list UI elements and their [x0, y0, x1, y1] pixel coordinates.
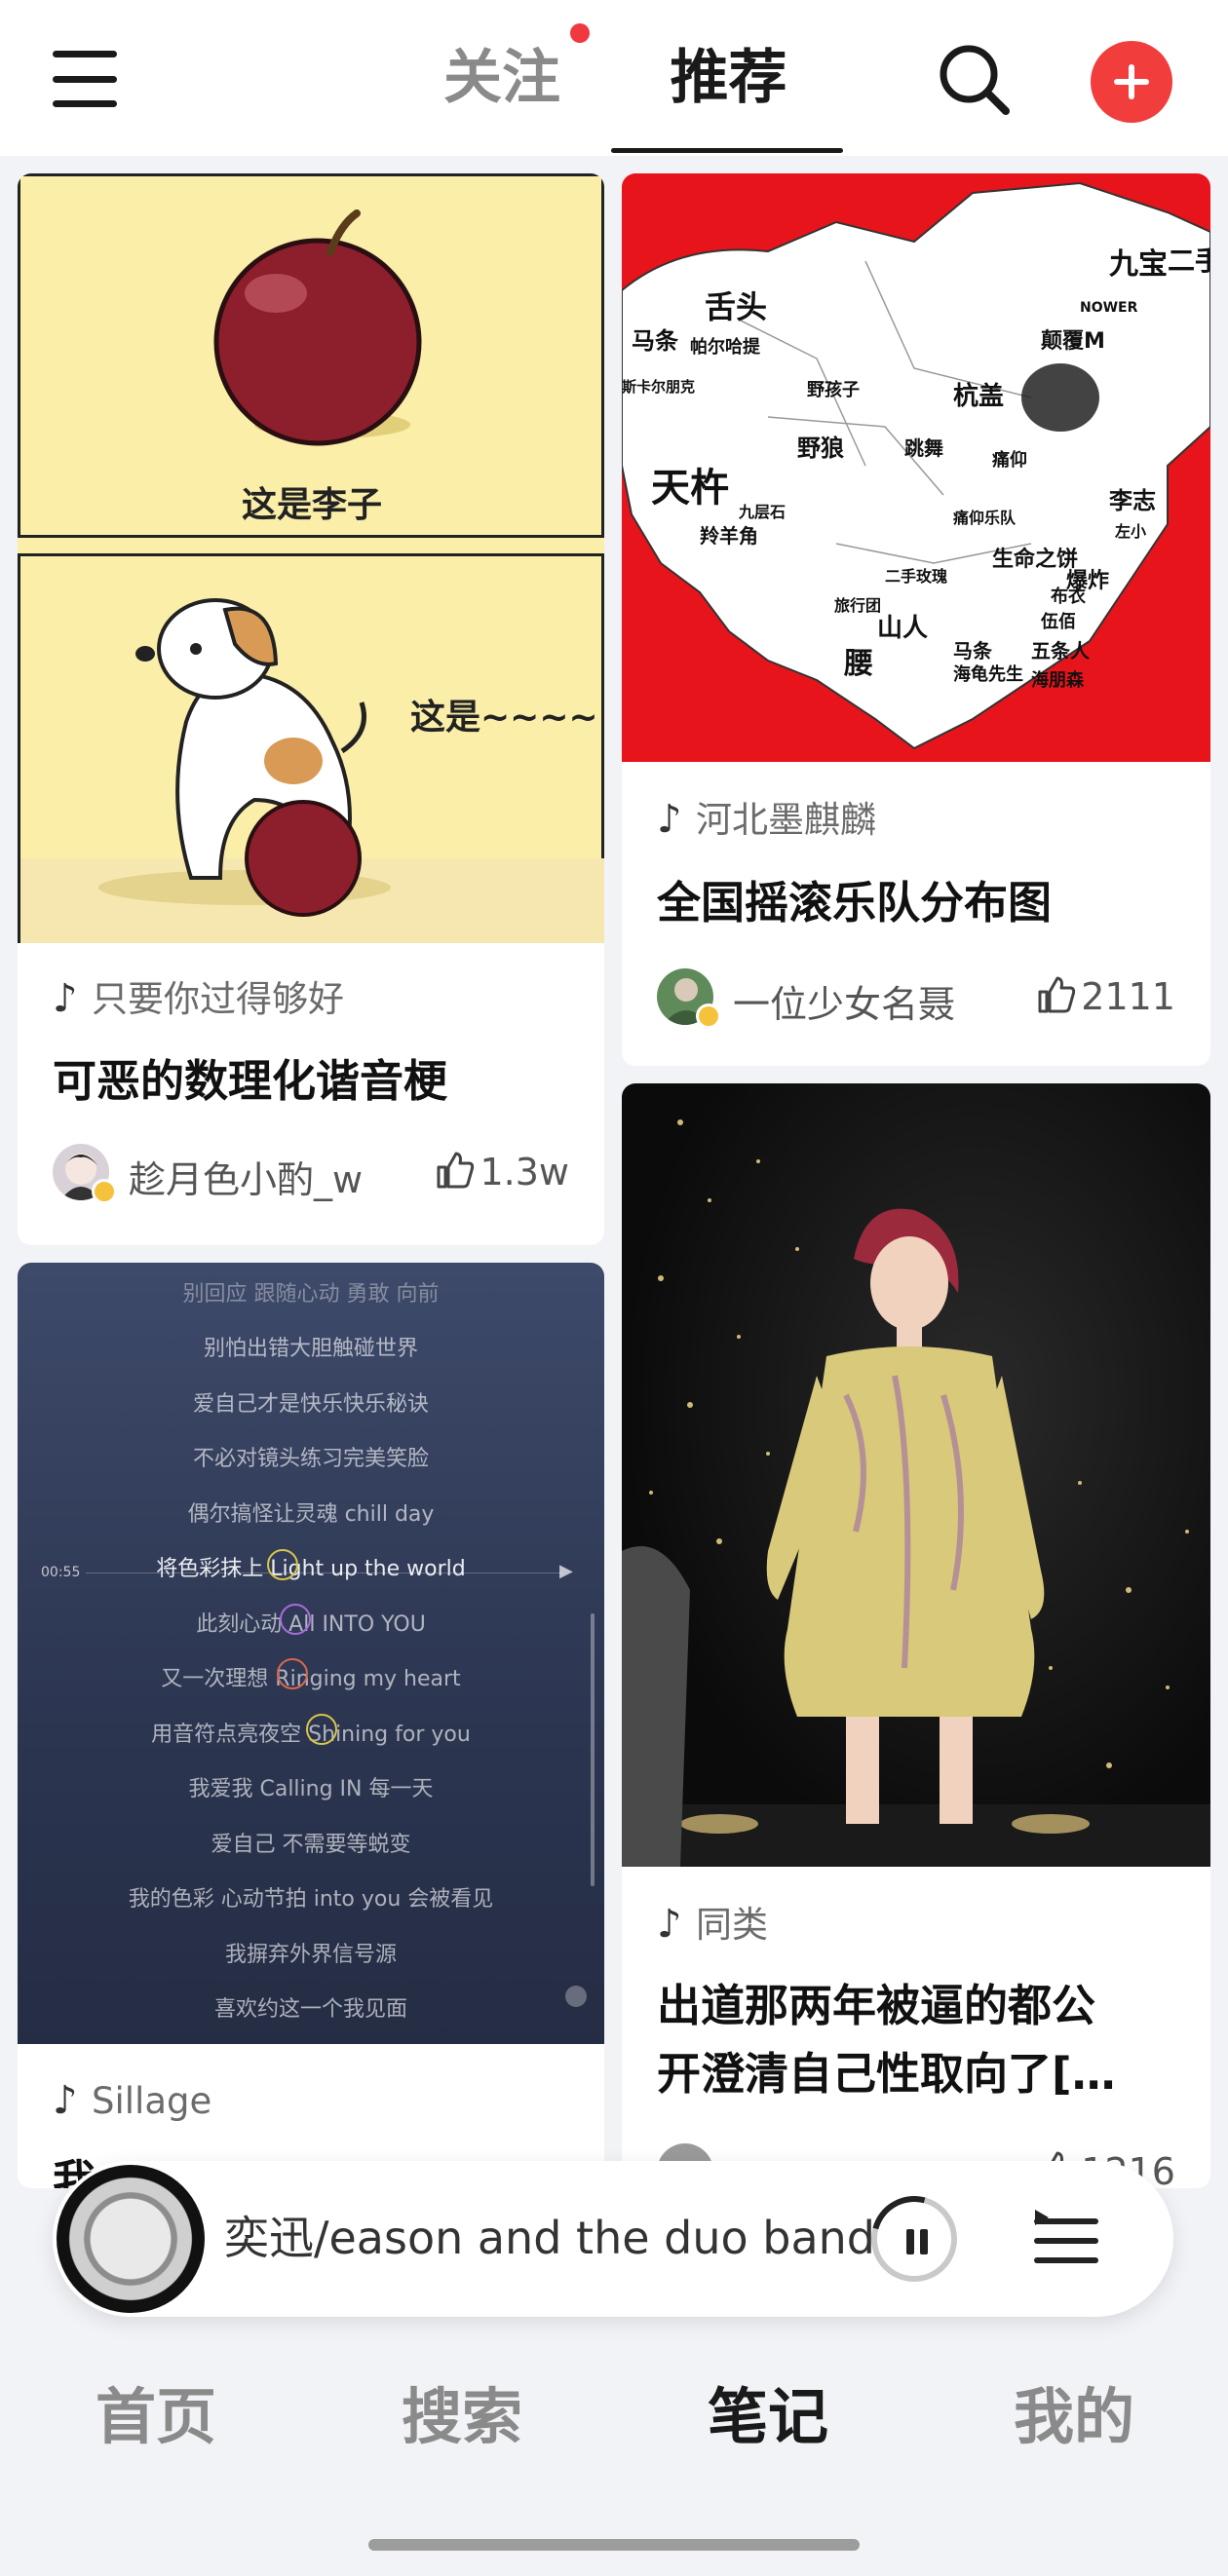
map-label: 海龟先生	[953, 664, 1023, 685]
map-label: 帕尔哈提	[690, 337, 760, 358]
indicator-dot	[565, 1986, 587, 2007]
search-icon[interactable]	[936, 41, 1014, 119]
map-label: NOWER	[1080, 300, 1138, 316]
map-label: 野狼	[797, 435, 844, 462]
note-card[interactable]: 别回应 跟随心动 勇敢 向前 别怕出错大胆触碰世界 爱自己才是快乐快乐秘诀 不必…	[18, 1263, 604, 2188]
music-tag[interactable]: ♪ 河北墨麒麟	[657, 795, 876, 844]
tab-recommend[interactable]: 推荐	[648, 39, 809, 117]
comic-panel: 这是~~~~	[18, 553, 604, 943]
verified-badge-icon	[92, 1179, 117, 1204]
card-image: 别回应 跟随心动 勇敢 向前 别怕出错大胆触碰世界 爱自己才是快乐快乐秘诀 不必…	[18, 1263, 604, 2044]
card-title: 开澄清自己性取向了[…	[657, 2048, 1116, 2100]
comic-caption: 这是~~~~	[410, 698, 598, 738]
thumbs-up-icon	[1038, 976, 1076, 1013]
music-title: 只要你过得够好	[92, 978, 344, 1020]
author-row: 趁月色小酌_w 1.3w	[53, 1144, 569, 1208]
map-label: 天杵	[651, 466, 729, 511]
comic-caption: 这是李子	[242, 485, 383, 525]
note-card[interactable]: ♪同类 出道那两年被逼的都公 开澄清自己性取向了[… 王源证二 1216	[622, 1083, 1210, 2188]
note-card[interactable]: 九宝 二手 舌头 马条 帕尔哈提 颠覆M NOWER 野孩子 杭盖 斯卡尔朋克 …	[622, 173, 1210, 1066]
card-image: 这是李子 这是~~~~	[18, 173, 604, 943]
map-label: 杭盖	[953, 382, 1005, 411]
card-image: 九宝 二手 舌头 马条 帕尔哈提 颠覆M NOWER 野孩子 杭盖 斯卡尔朋克 …	[622, 173, 1210, 762]
card-title: 出道那两年被逼的都公	[657, 1980, 1096, 2031]
map-label: 九层石	[739, 503, 787, 521]
active-tab-indicator	[611, 148, 843, 153]
music-note-icon: ♪	[53, 976, 78, 1021]
playlist-icon[interactable]	[1027, 2202, 1105, 2280]
card-title: 全国摇滚乐队分布图	[657, 877, 1053, 928]
now-playing-title[interactable]: 奕迅/eason and the duo band	[224, 2204, 887, 2272]
map-label: 跳舞	[904, 436, 943, 460]
hamburger-menu-icon[interactable]	[53, 51, 117, 107]
bottom-nav: 首页 搜索 笔记 我的	[0, 2338, 1228, 2475]
like-count[interactable]: 1.3w	[435, 1150, 569, 1193]
like-count[interactable]: 2111	[1036, 974, 1175, 1018]
map-label: 爆炸	[1066, 569, 1110, 593]
map-label: 海朋森	[1031, 670, 1084, 691]
music-note-icon: ♪	[657, 1902, 682, 1947]
map-label: 痛仰乐队	[953, 509, 1017, 527]
music-note-icon: ♪	[657, 797, 682, 842]
map-label: 生命之饼	[992, 548, 1079, 572]
comic-panel: 这是李子	[18, 173, 604, 538]
map-label: 二手	[1168, 245, 1210, 277]
scrollbar[interactable]	[591, 1613, 595, 1886]
music-tag[interactable]: ♪ 只要你过得够好	[53, 974, 344, 1023]
music-tag[interactable]: ♪ Sillage	[53, 2076, 211, 2125]
map-label: 二手玫瑰	[885, 567, 948, 586]
nav-search[interactable]: 搜索	[365, 2368, 559, 2455]
map-label: 九宝	[1109, 247, 1168, 282]
thumbs-up-icon	[437, 1152, 475, 1189]
nav-home[interactable]: 首页	[58, 2368, 253, 2455]
nav-notes[interactable]: 笔记	[671, 2368, 865, 2455]
map-label: 左小	[1115, 522, 1147, 541]
map-label: 李志	[1109, 487, 1156, 514]
map-label: 伍佰	[1041, 612, 1076, 632]
map-label: 马条	[632, 327, 678, 355]
author-name[interactable]: 一位少女名聂	[733, 974, 955, 1028]
concert-photo	[622, 1119, 1210, 1867]
plus-icon[interactable]	[1091, 41, 1172, 123]
mini-player[interactable]: 奕迅/eason and the duo band	[53, 2161, 1173, 2317]
card-image	[622, 1083, 1210, 1867]
album-art-disc[interactable]	[57, 2165, 205, 2313]
map-label: 马条	[953, 639, 992, 663]
notification-dot	[570, 23, 590, 43]
music-note-icon: ♪	[53, 2078, 78, 2123]
music-tag[interactable]: ♪ 同类	[657, 1900, 768, 1949]
map-label: 颠覆M	[1041, 329, 1105, 354]
card-title: 可恶的数理化谐音梗	[53, 1055, 448, 1107]
home-indicator[interactable]	[368, 2539, 860, 2551]
author-name[interactable]: 趁月色小酌_w	[129, 1150, 363, 1203]
music-title: 同类	[696, 1904, 768, 1946]
music-title: 河北墨麒麟	[696, 799, 876, 841]
lyric-circles	[267, 1549, 337, 1745]
map-label: 五条人	[1031, 639, 1090, 663]
map-label: 旅行团	[834, 596, 882, 615]
note-card[interactable]: 这是李子 这是~~~~ ♪ 只要你过得够好 可恶的数理化谐音梗 趁月色小酌_w …	[18, 173, 604, 1245]
author-row: 一位少女名聂 2111	[657, 968, 1175, 1033]
nav-me[interactable]: 我的	[977, 2368, 1171, 2455]
dog-illustration	[20, 598, 604, 943]
map-label: 山人	[877, 614, 929, 643]
top-bar: 关注 推荐	[0, 0, 1228, 156]
map-label: 羚羊角	[700, 524, 758, 548]
map-label: 腰	[844, 647, 873, 681]
map-label: 痛仰	[992, 450, 1027, 471]
map-label: 野孩子	[807, 380, 860, 400]
tab-follow[interactable]: 关注	[429, 39, 575, 117]
music-title: Sillage	[92, 2080, 212, 2122]
pause-icon[interactable]	[871, 2196, 957, 2282]
verified-badge-icon	[696, 1004, 721, 1029]
map-label: 斯卡尔朋克	[622, 378, 696, 396]
map-label: 舌头	[705, 288, 768, 325]
